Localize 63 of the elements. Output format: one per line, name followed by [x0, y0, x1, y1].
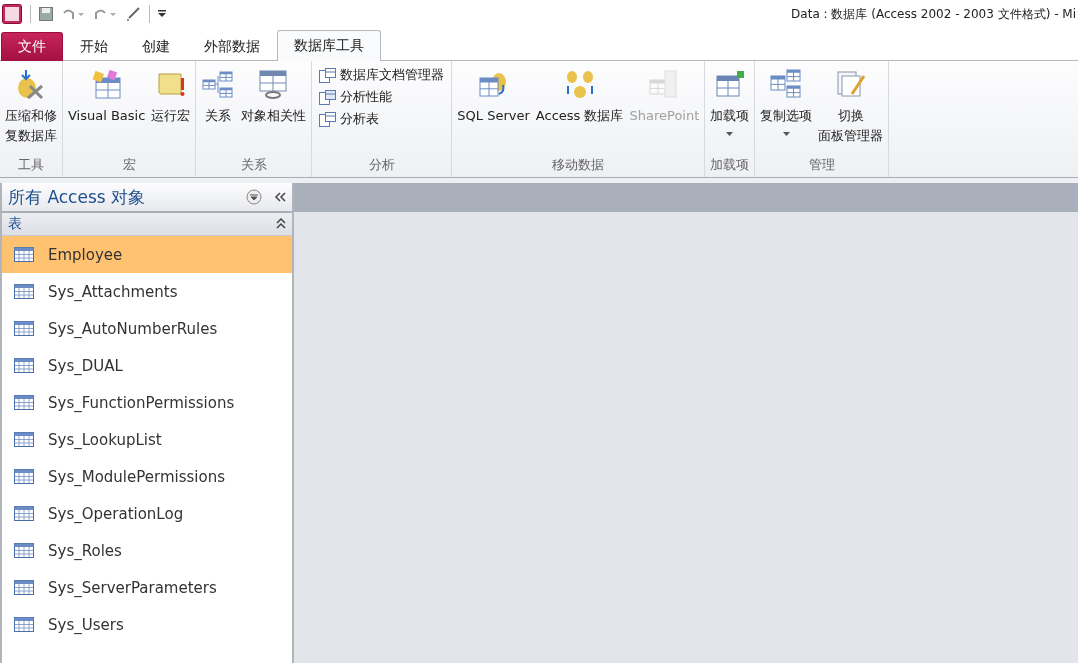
save-icon[interactable] — [39, 7, 53, 21]
table-icon — [14, 580, 34, 595]
table-name: Sys_ServerParameters — [48, 578, 217, 597]
ribbon-button[interactable]: 加载项 — [708, 64, 752, 155]
ribbon-button[interactable]: 复制选项 — [758, 64, 815, 155]
group-label: 分析 — [367, 156, 396, 174]
table-icon — [14, 321, 34, 336]
ribbon-button[interactable]: 分析性能 — [319, 88, 445, 106]
table-document-icon — [319, 67, 337, 83]
ribbon-button[interactable]: 关系 — [199, 64, 238, 155]
group-label: 关系 — [239, 156, 268, 174]
file-tab[interactable]: 文件 — [1, 32, 63, 61]
table-name: Employee — [48, 245, 123, 264]
customize-caret-icon[interactable] — [158, 10, 166, 18]
table-name: Sys_AutoNumberRules — [48, 319, 218, 338]
table-name: Sys_Roles — [48, 541, 122, 560]
ribbon-button[interactable]: 压缩和修 复数据库 — [3, 64, 59, 155]
brush-icon[interactable] — [125, 6, 141, 22]
table-document-icon — [319, 89, 337, 105]
collapse-icon[interactable] — [276, 218, 286, 230]
redo-icon[interactable] — [93, 7, 117, 21]
group-label: 工具 — [17, 156, 45, 174]
table-name: Sys_DUAL — [48, 356, 123, 375]
table-icon — [14, 358, 34, 373]
ribbon-button[interactable]: 切换 面板管理器 — [816, 64, 886, 155]
collapse-pane-icon[interactable] — [274, 192, 286, 202]
table-name: Sys_FunctionPermissions — [48, 393, 235, 412]
group-label: 宏 — [121, 156, 137, 174]
table-icon — [14, 617, 34, 632]
table-name: Sys_Attachments — [48, 282, 178, 301]
group-label: 移动数据 — [551, 156, 606, 174]
table-name: Sys_OperationLog — [48, 504, 184, 523]
section-label[interactable]: 表 — [8, 215, 22, 233]
table-item[interactable]: Employee — [2, 236, 292, 273]
group-label: 管理 — [807, 156, 836, 174]
ribbon-button[interactable]: 运行宏 — [149, 64, 193, 155]
table-name: Sys_ModulePermissions — [48, 467, 225, 486]
table-icon — [14, 284, 34, 299]
ribbon-button[interactable]: 数据库文档管理器 — [319, 66, 445, 84]
table-icon — [14, 543, 34, 558]
table-name: Sys_Users — [48, 615, 124, 634]
ribbon-button[interactable]: SQL Server — [455, 64, 532, 155]
app-logo-icon — [2, 4, 22, 24]
ribbon-button[interactable]: 对象相关性 — [239, 64, 309, 155]
undo-icon[interactable] — [61, 7, 85, 21]
table-document-icon — [319, 111, 337, 127]
relations-icon — [201, 68, 236, 100]
window-title: Data : 数据库 (Access 2002 - 2003 文件格式) - Mi — [791, 5, 1076, 23]
ribbon-tab[interactable]: 外部数据 — [187, 32, 277, 61]
ribbon-button[interactable]: Visual Basic — [66, 64, 148, 155]
dropdown-icon[interactable] — [246, 189, 262, 205]
table-icon — [14, 395, 34, 410]
ribbon-tab[interactable]: 创建 — [125, 32, 187, 61]
table-icon — [14, 506, 34, 521]
ribbon-tab[interactable]: 数据库工具 — [277, 30, 381, 61]
ribbon-button[interactable]: Access 数据库 — [533, 64, 626, 155]
table-name: Sys_LookupList — [48, 430, 162, 449]
group-label: 加载项 — [709, 156, 751, 174]
table-icon — [14, 469, 34, 484]
table-icon — [14, 247, 34, 262]
ribbon-button[interactable]: 分析表 — [319, 110, 445, 128]
table-icon — [14, 432, 34, 447]
ribbon-tab[interactable]: 开始 — [63, 32, 125, 61]
